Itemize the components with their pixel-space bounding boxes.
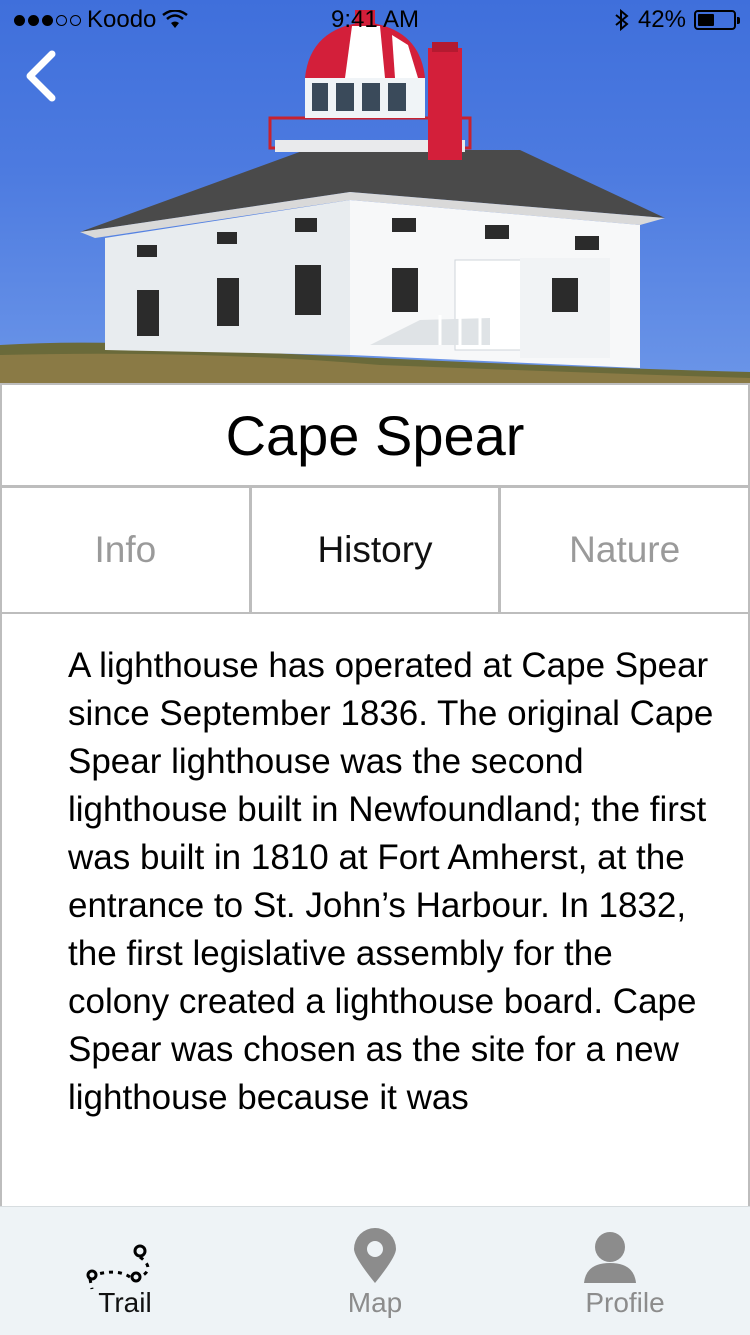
- history-text: A lighthouse has operated at Cape Spear …: [68, 646, 714, 1117]
- tabbar-item-profile[interactable]: Profile: [500, 1207, 750, 1335]
- tab-info[interactable]: Info: [0, 488, 252, 612]
- status-right: 42%: [614, 6, 740, 34]
- hero-image: [0, 0, 750, 383]
- title-section: Cape Spear: [0, 383, 750, 487]
- person-icon: [584, 1232, 636, 1283]
- segment-tabs: Info History Nature: [0, 486, 750, 614]
- chevron-left-icon: [26, 50, 56, 102]
- tabbar-item-trail[interactable]: Trail: [0, 1207, 250, 1335]
- bluetooth-icon: [615, 8, 629, 32]
- bottom-tab-bar: Trail Map Profile: [0, 1206, 750, 1335]
- tabbar-item-map[interactable]: Map: [250, 1207, 500, 1335]
- page-title: Cape Spear: [225, 403, 525, 467]
- battery-icon: [694, 10, 740, 30]
- back-button[interactable]: [22, 50, 62, 102]
- content-panel[interactable]: A lighthouse has operated at Cape Spear …: [0, 612, 750, 1206]
- tabbar-label-trail: Trail: [98, 1287, 152, 1318]
- tab-nature[interactable]: Nature: [501, 488, 750, 612]
- tabbar-label-profile: Profile: [585, 1287, 665, 1318]
- battery-percent: 42%: [637, 6, 686, 33]
- tab-history[interactable]: History: [252, 488, 502, 612]
- tabbar-label-map: Map: [347, 1287, 403, 1318]
- status-bar: Koodo 9:41 AM 42%: [0, 0, 750, 40]
- lighthouse-illustration: [0, 10, 750, 383]
- map-pin-icon: [354, 1228, 396, 1283]
